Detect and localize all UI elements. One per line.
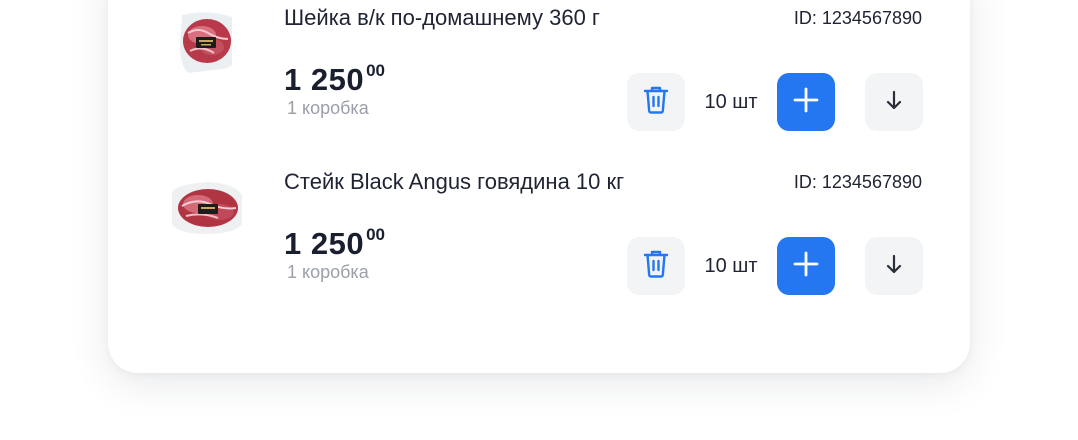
product-title[interactable]: Стейк Black Angus говядина 10 кг bbox=[284, 164, 624, 200]
product-title[interactable]: Шейка в/к по-домашнему 360 г bbox=[284, 0, 600, 36]
price-cents: 00 bbox=[366, 225, 385, 244]
trash-icon bbox=[642, 249, 670, 284]
delete-button[interactable] bbox=[627, 73, 685, 131]
cart-item: Стейк Black Angus говядина 10 кг ID: 123… bbox=[108, 164, 970, 328]
expand-button[interactable] bbox=[865, 73, 923, 131]
delete-button[interactable] bbox=[627, 237, 685, 295]
add-button[interactable] bbox=[777, 73, 835, 131]
add-button[interactable] bbox=[777, 237, 835, 295]
product-price: 1 250 00 bbox=[284, 224, 385, 264]
arrow-down-icon bbox=[884, 253, 904, 280]
price-integer: 1 250 bbox=[284, 226, 365, 261]
quantity-value[interactable]: 10 шт bbox=[698, 73, 764, 131]
product-id: ID: 1234567890 bbox=[793, 172, 922, 192]
expand-button[interactable] bbox=[865, 237, 923, 295]
cart-card: Шейка в/к по-домашнему 360 г ID: 1234567… bbox=[108, 0, 970, 373]
plus-icon bbox=[792, 250, 820, 283]
product-unit: 1 коробка bbox=[287, 262, 369, 282]
cart-item: Шейка в/к по-домашнему 360 г ID: 1234567… bbox=[108, 0, 970, 164]
arrow-down-icon bbox=[884, 89, 904, 116]
product-unit: 1 коробка bbox=[287, 98, 369, 118]
product-price: 1 250 00 bbox=[284, 60, 385, 100]
product-id: ID: 1234567890 bbox=[793, 8, 922, 28]
plus-icon bbox=[792, 86, 820, 119]
quantity-value[interactable]: 10 шт bbox=[698, 237, 764, 295]
product-image[interactable] bbox=[168, 168, 246, 246]
price-cents: 00 bbox=[366, 61, 385, 80]
trash-icon bbox=[642, 85, 670, 120]
product-image[interactable] bbox=[168, 5, 246, 83]
price-integer: 1 250 bbox=[284, 62, 365, 97]
